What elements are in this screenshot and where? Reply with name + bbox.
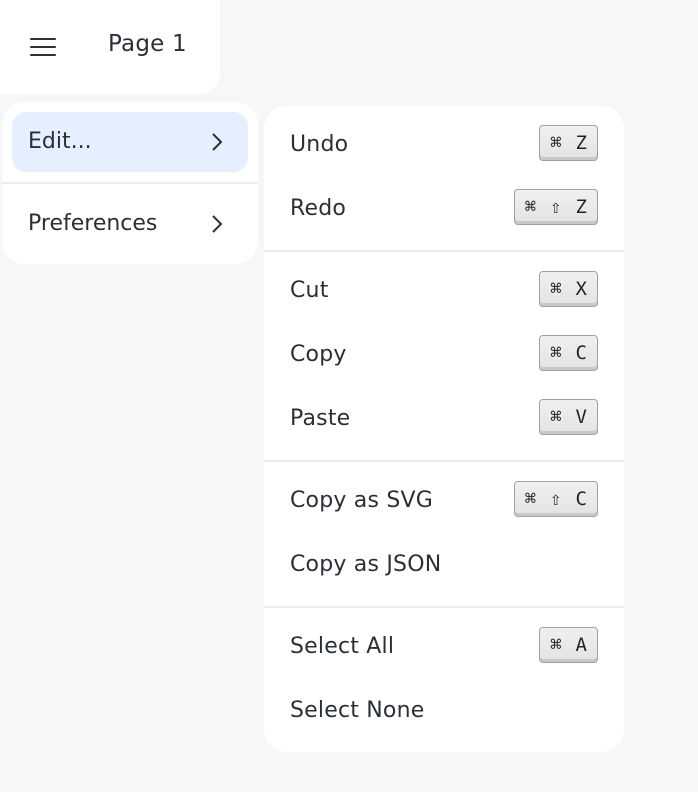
menu-item-copy[interactable]: Copy ⌘ C: [264, 328, 624, 384]
main-menu: Edit... Preferences: [2, 102, 258, 264]
command-key: ⌘: [524, 196, 537, 218]
menu-divider: [264, 460, 624, 462]
menu-item-label: Edit...: [28, 129, 92, 154]
shortcut-key: ⌘ C: [539, 335, 598, 371]
shortcut-key: ⌘ V: [539, 399, 598, 435]
menu-divider: [2, 182, 258, 184]
shortcut-key: ⌘ X: [539, 271, 598, 307]
edit-submenu: Undo ⌘ Z Redo ⌘ ⇧ Z Cut ⌘ X Copy ⌘ C Pas…: [264, 106, 624, 752]
page-title[interactable]: Page 1: [108, 31, 187, 57]
menu-item-select-none[interactable]: Select None: [264, 684, 624, 740]
menu-item-select-all[interactable]: Select All ⌘ A: [264, 620, 624, 676]
c-key: C: [575, 488, 587, 510]
shortcut-key: ⌘ A: [539, 627, 598, 663]
v-key: V: [575, 406, 587, 428]
z-key: Z: [575, 132, 587, 154]
a-key: A: [575, 634, 587, 656]
x-key: X: [575, 278, 587, 300]
menu-line: [30, 54, 56, 56]
menu-item-label: Undo: [290, 132, 349, 157]
z-key: Z: [575, 196, 587, 218]
shortcut-key: ⌘ ⇧ C: [513, 481, 598, 517]
menu-item-paste[interactable]: Paste ⌘ V: [264, 392, 624, 448]
menu-item-label: Cut: [290, 278, 329, 303]
menu-item-label: Redo: [290, 196, 347, 221]
menu-line: [30, 38, 56, 40]
menu-item-undo[interactable]: Undo ⌘ Z: [264, 118, 624, 174]
shortcut-key: ⌘ ⇧ Z: [513, 189, 598, 225]
command-key: ⌘: [550, 132, 562, 154]
menu-item-label: Paste: [290, 406, 351, 431]
hamburger-menu-icon[interactable]: [26, 30, 60, 64]
menu-item-label: Copy as JSON: [290, 552, 442, 577]
menu-divider: [264, 606, 624, 608]
chevron-right-icon: [212, 133, 223, 151]
top-bar: Page 1: [0, 0, 220, 94]
shift-key: ⇧: [550, 196, 562, 218]
command-key: ⌘: [524, 488, 537, 510]
menu-item-preferences[interactable]: Preferences: [12, 194, 248, 254]
menu-item-label: Copy as SVG: [290, 488, 433, 513]
menu-item-edit[interactable]: Edit...: [12, 112, 248, 172]
menu-item-copy-as-json[interactable]: Copy as JSON: [264, 538, 624, 594]
command-key: ⌘: [550, 278, 562, 300]
shift-key: ⇧: [550, 488, 562, 510]
shortcut-key: ⌘ Z: [539, 125, 598, 161]
command-key: ⌘: [550, 406, 562, 428]
menu-item-copy-as-svg[interactable]: Copy as SVG ⌘ ⇧ C: [264, 474, 624, 530]
menu-divider: [264, 250, 624, 252]
menu-item-cut[interactable]: Cut ⌘ X: [264, 264, 624, 320]
menu-item-redo[interactable]: Redo ⌘ ⇧ Z: [264, 182, 624, 238]
menu-item-label: Copy: [290, 342, 347, 367]
menu-item-label: Select None: [290, 698, 425, 723]
menu-item-label: Preferences: [28, 211, 158, 236]
command-key: ⌘: [550, 634, 562, 656]
menu-item-label: Select All: [290, 634, 395, 659]
menu-line: [30, 46, 56, 48]
chevron-right-icon: [212, 215, 223, 233]
command-key: ⌘: [550, 342, 562, 364]
c-key: C: [575, 342, 587, 364]
